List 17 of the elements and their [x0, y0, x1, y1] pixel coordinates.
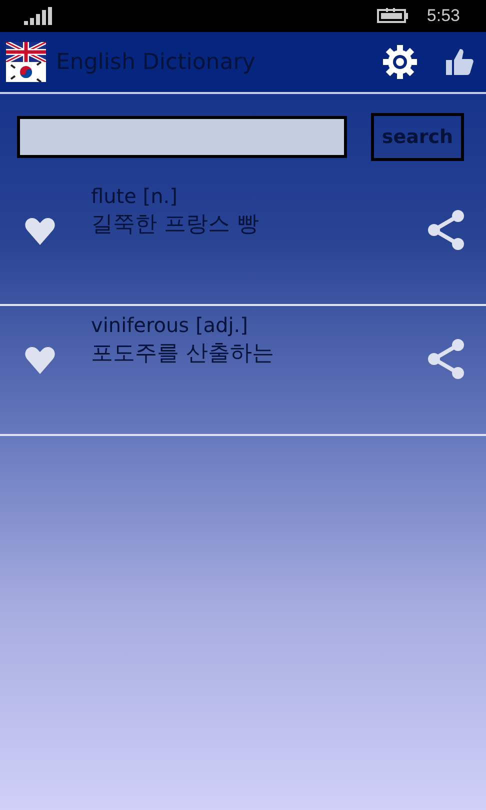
heart-icon[interactable]	[24, 344, 56, 376]
signal-icon	[24, 7, 54, 25]
entry-meaning: 포도주를 산출하는	[91, 340, 275, 368]
heart-icon[interactable]	[24, 215, 56, 247]
settings-icon[interactable]	[382, 44, 418, 80]
entry-word: viniferous [adj.]	[91, 312, 249, 338]
app-title: English Dictionary	[56, 50, 256, 74]
battery-icon	[376, 8, 409, 24]
share-icon[interactable]	[426, 209, 466, 251]
search-button[interactable]: search	[371, 113, 464, 161]
entry-meaning: 길쭉한 프랑스 빵	[91, 211, 260, 239]
flag-icon	[6, 42, 46, 82]
search-field[interactable]	[17, 116, 347, 158]
clock-time: 5:53	[426, 6, 460, 26]
share-icon[interactable]	[426, 338, 466, 380]
entry-word: flute [n.]	[91, 183, 178, 209]
thumbs-up-icon[interactable]	[444, 47, 474, 77]
